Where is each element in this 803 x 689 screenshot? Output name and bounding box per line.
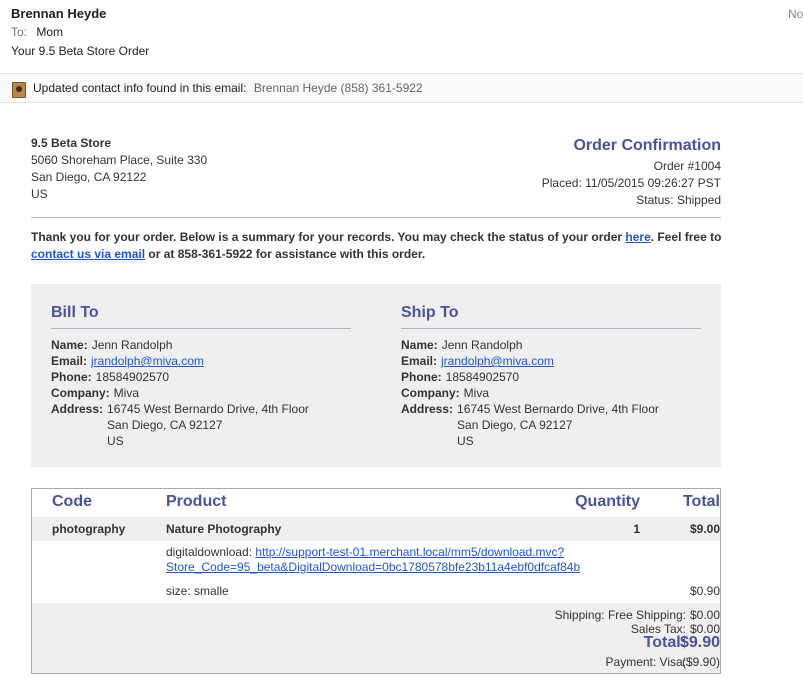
store-country: US [31, 187, 48, 201]
bill-email-link[interactable]: jrandolph@miva.com [91, 354, 204, 368]
ship-company-row: Company: Miva [401, 385, 701, 401]
order-items-table: Code Product Quantity Total photography … [31, 488, 721, 674]
order-placed: Placed: 11/05/2015 09:26:27 PST [541, 176, 721, 190]
payment-value: ($9.90) [681, 655, 720, 669]
field-label: Phone: [51, 370, 92, 384]
ship-address: 16745 West Bernardo Drive, 4th Floor San … [457, 401, 659, 449]
mail-header: Brennan Heyde No To: Mom Your 9.5 Beta S… [0, 0, 803, 70]
bill-email-row: Email: jrandolph@miva.com [51, 353, 351, 369]
ship-address-country: US [457, 434, 474, 448]
notice-detail[interactable]: Brennan Heyde (858) 361-5922 [254, 81, 423, 95]
mail-subject: Your 9.5 Beta Store Order [11, 44, 150, 58]
header-total: Total [682, 493, 720, 510]
order-number: Order #1004 [653, 159, 721, 173]
bill-phone: 18584902570 [95, 370, 170, 384]
bill-company: Miva [113, 386, 140, 400]
bill-address-row: Address: 16745 West Bernardo Drive, 4th F… [51, 401, 351, 449]
to-recipient[interactable]: Mom [36, 25, 63, 39]
mail-date: No [788, 7, 803, 21]
header-product: Product [166, 493, 227, 510]
contact-email-link[interactable]: contact us via email [31, 247, 145, 261]
header-quantity: Quantity [575, 493, 640, 510]
bill-company-row: Company: Miva [51, 385, 351, 401]
option-price: $0.90 [689, 584, 720, 598]
field-label: Address: [401, 402, 454, 416]
bill-to-heading: Bill To [51, 304, 351, 329]
ship-address-line2: San Diego, CA 92127 [457, 418, 573, 432]
download-label: digitaldownload: [166, 545, 253, 559]
total-value: $9.90 [679, 634, 720, 651]
bill-address-line2: San Diego, CA 92127 [107, 418, 223, 432]
contact-card-icon [12, 82, 26, 98]
ship-phone: 18584902570 [445, 370, 520, 384]
order-status: Status: Shipped [636, 193, 721, 207]
field-label: Phone: [401, 370, 442, 384]
download-link-part1[interactable]: http://support-test-01.merchant.local/mm… [255, 545, 564, 559]
ship-to-heading: Ship To [401, 304, 701, 329]
to-line: To: Mom [11, 25, 63, 39]
download-link-part2[interactable]: Store_Code=95_beta&DigitalDownload=0bc17… [166, 560, 580, 574]
option-row: size: smalle $0.90 [32, 581, 720, 603]
bill-phone-row: Phone: 18584902570 [51, 369, 351, 385]
bill-name-row: Name: Jenn Randolph [51, 337, 351, 353]
ship-to: Ship To Name: Jenn Randolph Email: jrandol… [401, 304, 701, 449]
thanks-text-3: or at 858-361-5922 for assistance with t… [148, 247, 426, 261]
address-panel: Bill To Name: Jenn Randolph Email: jrandol… [31, 284, 721, 467]
store-address-line2: San Diego, CA 92122 [31, 170, 147, 184]
order-status-link[interactable]: here [625, 230, 650, 244]
item-product: Nature Photography [166, 522, 282, 536]
order-info: Order Confirmation Order #1004 Placed: 1… [542, 135, 721, 209]
bill-name: Jenn Randolph [91, 338, 173, 352]
table-header: Code Product Quantity Total [32, 489, 720, 517]
table-row: photography Nature Photography 1 $9.00 [32, 517, 720, 541]
thanks-text-1: Thank you for your order. Below is a sum… [31, 230, 623, 244]
store-name: 9.5 Beta Store [31, 136, 112, 150]
divider [31, 217, 721, 218]
store-address-line1: 5060 Shoreham Place, Suite 330 [31, 153, 208, 167]
field-label: Name: [51, 338, 88, 352]
ship-phone-row: Phone: 18584902570 [401, 369, 701, 385]
ship-name: Jenn Randolph [441, 338, 523, 352]
thank-you-message: Thank you for your order. Below is a sum… [31, 229, 731, 263]
digital-download: digitaldownload: http://support-test-01.… [166, 545, 580, 575]
ship-address-line1: 16745 West Bernardo Drive, 4th Floor [457, 402, 659, 416]
field-label: Email: [401, 354, 438, 368]
field-label: Email: [51, 354, 88, 368]
item-code: photography [52, 522, 126, 536]
ship-email-link[interactable]: jrandolph@miva.com [441, 354, 554, 368]
ship-address-row: Address: 16745 West Bernardo Drive, 4th F… [401, 401, 701, 449]
notice-label: Updated contact info found in this email… [33, 81, 247, 95]
order-totals: Shipping: Free Shipping: $0.00 Sales Tax… [32, 603, 720, 673]
shipping-value: $0.00 [689, 608, 720, 622]
item-quantity: 1 [633, 522, 640, 536]
bill-to: Bill To Name: Jenn Randolph Email: jrandol… [51, 304, 351, 449]
item-total: $9.00 [689, 522, 720, 536]
field-label: Company: [51, 386, 110, 400]
bill-address: 16745 West Bernardo Drive, 4th Floor San … [107, 401, 309, 449]
notice-text: Updated contact info found in this email… [33, 81, 423, 95]
field-label: Address: [51, 402, 104, 416]
field-label: Company: [401, 386, 460, 400]
bill-address-line1: 16745 West Bernardo Drive, 4th Floor [107, 402, 309, 416]
order-title: Order Confirmation [573, 137, 721, 154]
header-code: Code [52, 493, 92, 510]
option-label: size: smalle [166, 584, 229, 598]
ship-name-row: Name: Jenn Randolph [401, 337, 701, 353]
store-info: 9.5 Beta Store 5060 Shoreham Place, Suit… [31, 135, 207, 203]
to-label: To: [11, 25, 28, 39]
ship-email-row: Email: jrandolph@miva.com [401, 353, 701, 369]
sender-name[interactable]: Brennan Heyde [11, 6, 106, 21]
field-label: Name: [401, 338, 438, 352]
thanks-text-2: . Feel free to [650, 230, 722, 244]
contact-notice-bar[interactable]: Updated contact info found in this email… [0, 73, 803, 103]
ship-company: Miva [463, 386, 490, 400]
bill-address-country: US [107, 434, 124, 448]
